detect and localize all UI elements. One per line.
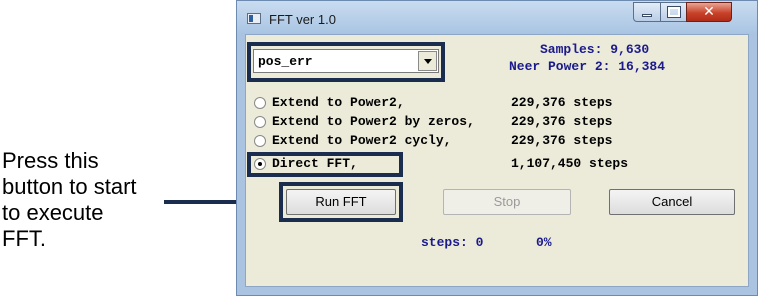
radio-button[interactable] [254,135,266,147]
title-bar[interactable]: FFT ver 1.0 ✕ [237,1,757,33]
signal-select-value: pos_err [258,54,313,69]
steps-status: steps: 0 [421,235,484,250]
option-steps: 229,376 steps [511,114,613,129]
annotation-line: button to start [2,174,137,199]
radio-button[interactable] [254,97,266,109]
window-title: FFT ver 1.0 [269,12,336,27]
chevron-down-icon[interactable] [418,51,437,71]
minimize-icon [642,14,652,17]
option-label: Extend to Power2 cycly, [272,133,452,148]
annotation-line: Press this [2,148,99,173]
close-icon: ✕ [703,4,715,20]
neer-power-label: Neer Power 2: 16,384 [509,59,666,74]
option-label: Extend to Power2 by zeros, [272,114,475,129]
annotation-line: FFT. [2,226,46,251]
signal-select[interactable]: pos_err [253,49,439,73]
samples-label: Samples: 9,630 [540,42,650,57]
option-label: Direct FFT, [272,156,358,171]
cancel-button[interactable]: Cancel [609,189,735,215]
stop-button[interactable]: Stop [443,189,571,215]
fft-window: FFT ver 1.0 ✕ pos_err Samples: 9,630 Nee… [236,0,758,296]
instruction-annotation: Press this button to start to execute FF… [2,148,160,252]
option-label: Extend to Power2, [272,95,405,110]
minimize-button[interactable] [633,2,661,22]
close-button[interactable]: ✕ [686,2,732,22]
maximize-button[interactable] [660,2,687,22]
option-steps: 229,376 steps [511,95,613,110]
progress-percent: 0% [536,235,552,250]
maximize-icon [667,6,681,18]
run-fft-button[interactable]: Run FFT [286,189,396,215]
radio-button[interactable] [254,116,266,128]
radio-button-selected[interactable] [254,158,266,170]
option-steps: 229,376 steps [511,133,613,148]
app-icon [247,13,261,24]
dialog-body: pos_err Samples: 9,630 Neer Power 2: 16,… [245,34,749,287]
annotation-line: to execute [2,200,104,225]
option-steps: 1,107,450 steps [511,156,629,171]
